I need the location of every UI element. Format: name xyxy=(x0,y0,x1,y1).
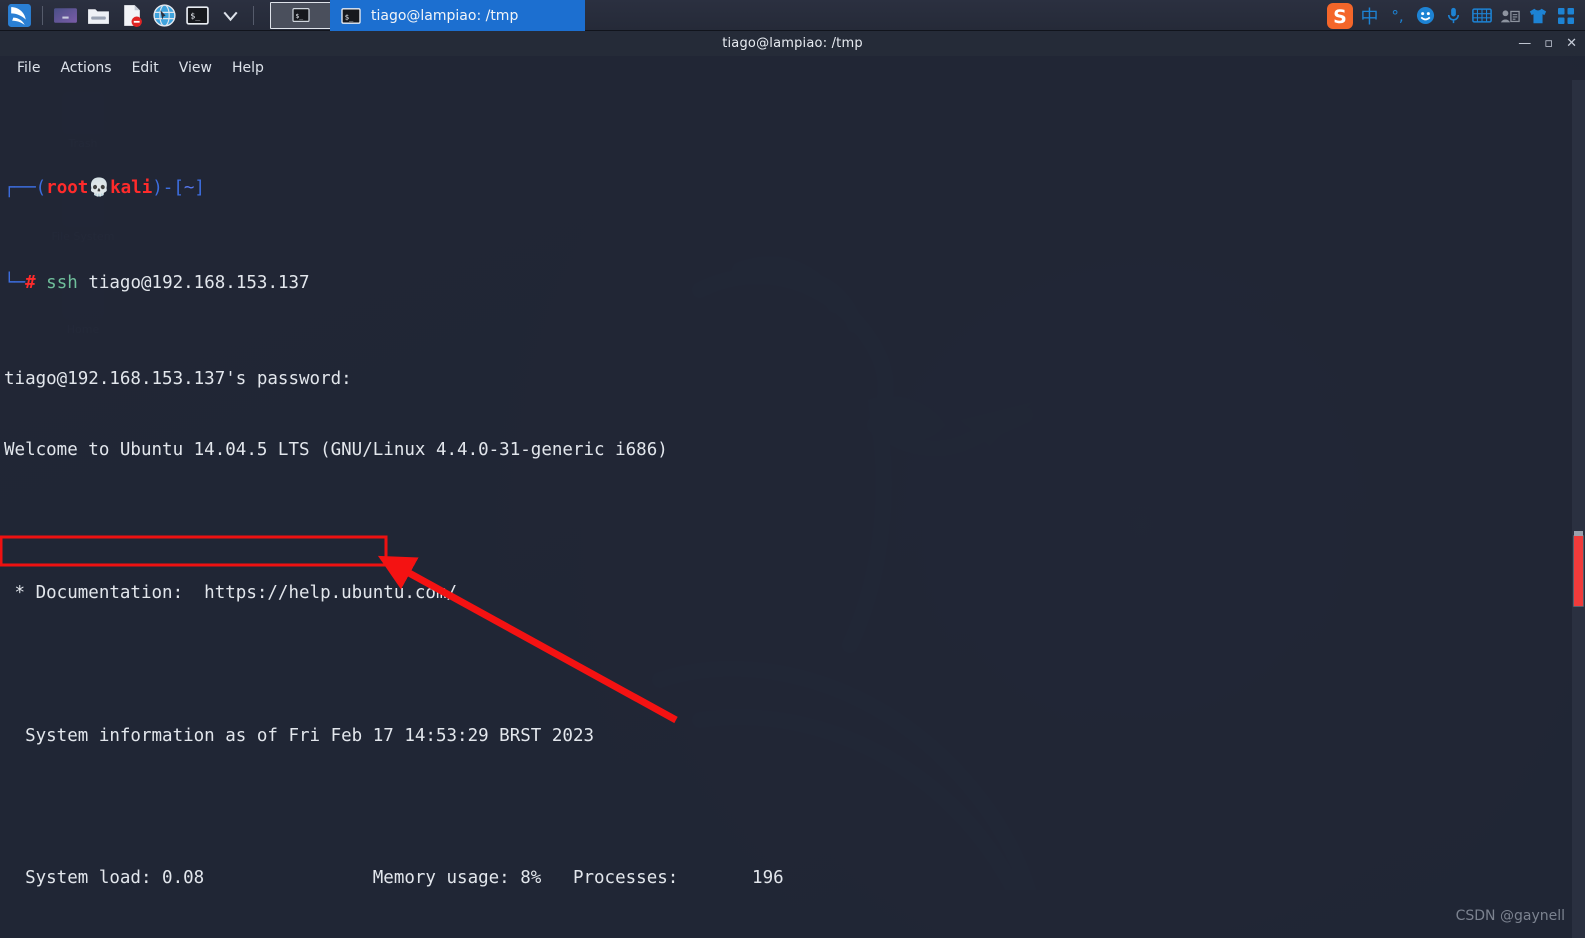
text-editor-icon[interactable] xyxy=(115,1,148,29)
prompt-box-bottom: └─ xyxy=(4,273,26,294)
user-card-icon xyxy=(1500,9,1520,22)
prompt-close: )-[ xyxy=(152,178,184,199)
tasklist-entry-label: tiago@lampiao: /tmp xyxy=(371,7,519,24)
menu-actions[interactable]: Actions xyxy=(51,58,120,78)
terminal-output: ┌──(root💀kali)-[~] └─# ssh tiago@192.168… xyxy=(4,82,1585,938)
ssh-command: ssh xyxy=(46,273,78,294)
emoji-icon[interactable] xyxy=(1412,2,1439,29)
window-titlebar[interactable]: tiago@lampiao: /tmp — ▫ ✕ xyxy=(0,31,1585,56)
more-apps-chevron-icon xyxy=(223,11,238,21)
window-terminal-icon: $_ xyxy=(292,8,310,22)
window-controls: — ▫ ✕ xyxy=(1518,31,1577,56)
menubar: File Actions Edit View Help xyxy=(0,56,1585,80)
menu-help[interactable]: Help xyxy=(223,58,273,78)
terminal-emulator-icon: $_ xyxy=(186,5,209,25)
microphone-icon xyxy=(1447,7,1460,24)
tasklist-terminal-icon: $_ xyxy=(341,7,361,24)
maximize-button[interactable]: ▫ xyxy=(1544,37,1553,50)
keyboard-icon xyxy=(1471,8,1492,23)
taskbar-separator-2 xyxy=(253,5,254,25)
terminal-screen[interactable]: ┌──(root💀kali)-[~] └─# ssh tiago@192.168… xyxy=(0,80,1585,938)
scrollbar-thumb[interactable] xyxy=(1573,531,1584,607)
terminal-line: * Documentation: https://help.ubuntu.com… xyxy=(4,582,458,603)
terminal-scrollbar[interactable] xyxy=(1572,80,1585,938)
taskbar-separator-1 xyxy=(42,5,43,25)
svg-text:$_: $_ xyxy=(190,10,201,20)
ssh-target: tiago@192.168.153.137 xyxy=(88,273,310,294)
taskbar: $_ $_ $_ tiago@lampiao: /tmp S 中 °, xyxy=(0,0,1585,31)
web-browser-icon[interactable] xyxy=(148,1,181,29)
chevron-down-icon[interactable] xyxy=(214,1,247,29)
menu-view[interactable]: View xyxy=(170,58,221,78)
voice-input-icon[interactable] xyxy=(1440,2,1467,29)
window-title: tiago@lampiao: /tmp xyxy=(722,36,863,51)
svg-text:$_: $_ xyxy=(295,12,303,20)
document-icon xyxy=(124,4,142,27)
prompt-path: ~ xyxy=(183,178,195,199)
grid-apps-icon xyxy=(1557,7,1574,24)
svg-text:$_: $_ xyxy=(345,12,354,21)
workspace-icon xyxy=(54,7,77,23)
kali-menu-icon[interactable] xyxy=(3,1,36,29)
folder-icon xyxy=(88,8,109,24)
sogou-s-icon: S xyxy=(1327,2,1353,29)
soft-keyboard-icon[interactable] xyxy=(1468,2,1495,29)
user-dictionary-icon[interactable] xyxy=(1496,2,1523,29)
tshirt-icon xyxy=(1529,8,1546,23)
system-tray: S 中 °, xyxy=(1325,0,1585,31)
terminal-line: System information as of Fri Feb 17 14:5… xyxy=(4,725,595,746)
prompt-bracket-end: ] xyxy=(194,178,205,199)
smiley-icon xyxy=(1416,6,1435,25)
kali-prompt-line-2: └─# ssh tiago@192.168.153.137 xyxy=(4,272,1585,296)
skull-icon: 💀 xyxy=(88,178,111,199)
prompt-host: kali xyxy=(110,178,153,199)
chinese-input-mode-icon[interactable]: 中 xyxy=(1356,2,1383,29)
desktop: Trash File System Home xyxy=(0,0,1585,938)
menu-edit[interactable]: Edit xyxy=(123,58,168,78)
tasklist-entry-terminal[interactable]: $_ tiago@lampiao: /tmp xyxy=(330,0,585,31)
prompt-user: root xyxy=(46,178,89,199)
terminal-line: Welcome to Ubuntu 14.04.5 LTS (GNU/Linux… xyxy=(4,439,668,460)
globe-icon xyxy=(153,3,176,27)
svg-text:S: S xyxy=(1333,6,1347,28)
terminal-window: tiago@lampiao: /tmp — ▫ ✕ File Actions E… xyxy=(0,31,1585,938)
kali-prompt-line-1: ┌──(root💀kali)-[~] xyxy=(4,177,1585,201)
terminal-line: System load: 0.08 Memory usage: 8% Proce… xyxy=(4,868,784,889)
toolbox-icon[interactable] xyxy=(1552,2,1579,29)
prompt-hash: # xyxy=(25,273,36,294)
punctuation-mode-icon[interactable]: °, xyxy=(1384,2,1411,29)
menu-file[interactable]: File xyxy=(8,58,49,78)
kali-dragon-logo xyxy=(8,3,31,27)
active-window-button[interactable]: $_ xyxy=(270,1,332,29)
minimize-button[interactable]: — xyxy=(1518,37,1531,50)
close-button[interactable]: ✕ xyxy=(1566,37,1577,50)
workspace-switcher-icon[interactable] xyxy=(49,1,82,29)
skin-theme-icon[interactable] xyxy=(1524,2,1551,29)
sogou-ime-logo[interactable]: S xyxy=(1325,1,1355,31)
prompt-box-top: ┌──( xyxy=(4,178,47,199)
terminal-icon[interactable]: $_ xyxy=(181,1,214,29)
csdn-watermark: CSDN @gaynell xyxy=(1455,908,1565,924)
file-manager-icon[interactable] xyxy=(82,1,115,29)
terminal-line: tiago@192.168.153.137's password: xyxy=(4,368,352,389)
